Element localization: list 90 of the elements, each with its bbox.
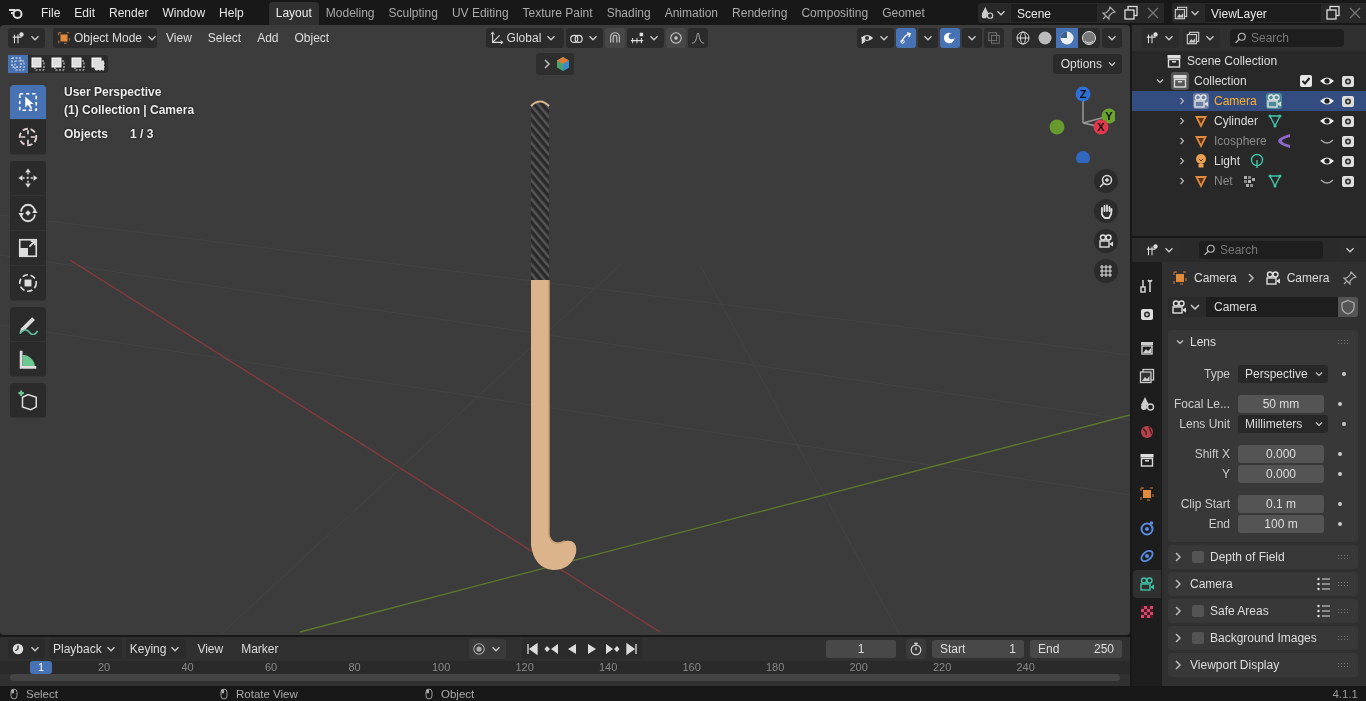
panel-title: Depth of Field [1210, 550, 1285, 564]
menu-item[interactable]: View [190, 642, 231, 656]
frame-number: 120 [515, 661, 535, 674]
start-frame-field[interactable]: Start 1 [932, 640, 1024, 658]
menu-item[interactable]: Render [102, 5, 156, 20]
dropdown[interactable]: Perspective [1238, 365, 1328, 383]
tree-item[interactable]: Icosphere [1214, 134, 1267, 148]
frame-number: 180 [766, 661, 786, 674]
workspace-tab[interactable]: Compositing [794, 2, 876, 25]
menu-item[interactable]: Object [287, 31, 337, 45]
menu-dropdown[interactable]: Keying [125, 639, 187, 659]
frame-number: 80 [348, 661, 362, 674]
collapsed-panel[interactable]: Viewport Display [1168, 653, 1358, 677]
workspace-tab[interactable]: UV Editing [444, 2, 516, 25]
menu-item[interactable]: Edit [67, 5, 103, 20]
search-field[interactable]: Search [1199, 241, 1323, 259]
objects-count: 1 / 3 [130, 127, 154, 141]
workspace-tab[interactable]: Layout [268, 2, 319, 25]
navigation-gizmo[interactable]: Z Y X [1045, 83, 1115, 163]
workspace-tab[interactable]: Animation [657, 2, 726, 25]
breadcrumb-item: Camera [1194, 271, 1237, 285]
tree-item[interactable]: Collection [1194, 74, 1247, 88]
tree-item[interactable]: Camera [1214, 94, 1257, 108]
workspace-tab[interactable]: Geomet [875, 2, 932, 25]
frame-number: 20 [98, 661, 112, 674]
collapsed-panel[interactable]: Camera [1168, 572, 1358, 596]
frame-number: 140 [599, 661, 619, 674]
frame-number: 200 [849, 661, 869, 674]
objects-label: Objects [64, 127, 108, 141]
tree-item[interactable]: Net [1214, 174, 1233, 188]
current-frame-field[interactable]: 1 [826, 640, 896, 658]
workspace-tab[interactable]: Sculpting [381, 2, 445, 25]
menu-item[interactable]: Help [212, 5, 251, 20]
field-label: End [1207, 517, 1230, 531]
frame-number: 160 [682, 661, 702, 674]
playhead[interactable]: 1 [30, 661, 52, 674]
collapsed-panel[interactable]: Depth of Field [1168, 545, 1358, 569]
field-label: Clip Start [1179, 497, 1230, 511]
number-field[interactable]: 0.000 [1238, 465, 1324, 483]
status-hint: Select [26, 687, 58, 700]
field-label: Lens Unit [1178, 417, 1230, 431]
dropdown[interactable]: Millimeters [1238, 415, 1328, 433]
field-label: Y [1221, 467, 1230, 481]
options-dropdown[interactable]: Options [1052, 54, 1122, 74]
status-hint: Rotate View [236, 687, 298, 700]
menu-item[interactable]: File [34, 5, 68, 20]
frame-number: 60 [265, 661, 279, 674]
mode-dropdown[interactable]: Object Mode [53, 28, 157, 48]
panel-title[interactable]: Lens [1190, 335, 1217, 349]
view-name: User Perspective [64, 85, 163, 99]
number-field[interactable]: 0.000 [1238, 445, 1324, 463]
field-label: Shift X [1193, 447, 1230, 461]
menu-item[interactable]: Select [200, 31, 249, 45]
orientation-dropdown[interactable]: Global [485, 28, 564, 48]
field-label: Focal Le... [1172, 397, 1230, 411]
scene-field[interactable]: Scene [1010, 2, 1098, 23]
menu-dropdown[interactable]: Playback [49, 639, 122, 659]
frame-number: 40 [181, 661, 195, 674]
data-name-field[interactable]: Camera [1206, 297, 1338, 317]
status-hint: Object [441, 687, 475, 700]
menu-item[interactable]: Add [250, 31, 286, 45]
workspace-tab[interactable]: Shading [599, 2, 658, 25]
menu-item[interactable]: Window [155, 5, 213, 20]
search-field[interactable]: Search [1230, 29, 1344, 47]
panel-title: Safe Areas [1210, 604, 1269, 618]
workspace-tab[interactable]: Texture Paint [515, 2, 600, 25]
menu-item[interactable]: View [159, 31, 199, 45]
panel-title: Viewport Display [1190, 658, 1280, 672]
tree-item[interactable]: Scene Collection [1187, 54, 1278, 68]
workspace-tab[interactable]: Rendering [725, 2, 795, 25]
tree-item[interactable]: Cylinder [1214, 114, 1258, 128]
number-field[interactable]: 100 m [1238, 515, 1324, 533]
collapsed-panel[interactable]: Background Images [1168, 626, 1358, 650]
frame-number: 220 [933, 661, 953, 674]
version-text: 4.1.1 [1332, 687, 1358, 700]
panel-title: Camera [1190, 577, 1233, 591]
number-field[interactable]: 0.1 m [1238, 495, 1324, 513]
field-label: Type [1203, 367, 1230, 381]
collapsed-panel[interactable]: Safe Areas [1168, 599, 1358, 623]
tree-item[interactable]: Light [1214, 154, 1241, 168]
breadcrumb-item: Camera [1286, 271, 1330, 285]
end-frame-field[interactable]: End 250 [1030, 640, 1122, 658]
number-field[interactable]: 50 mm [1238, 395, 1324, 413]
view-layer-field[interactable]: ViewLayer [1204, 2, 1322, 23]
workspace-tab[interactable]: Modeling [318, 2, 382, 25]
panel-title: Background Images [1210, 631, 1317, 645]
frame-number: 100 [432, 661, 452, 674]
context-text: (1) Collection | Camera [64, 103, 195, 117]
frame-number: 240 [1016, 661, 1036, 674]
menu-item[interactable]: Marker [234, 642, 286, 656]
